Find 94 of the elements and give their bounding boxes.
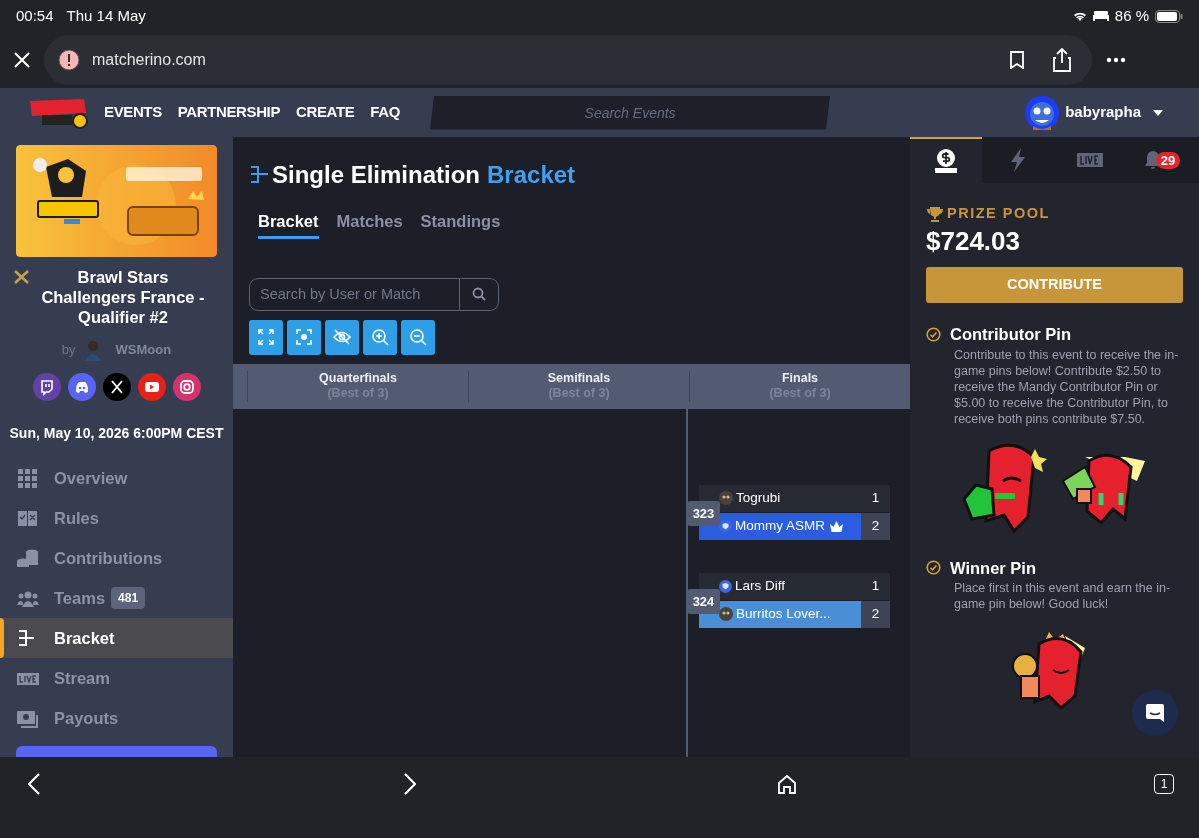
tab-count-button[interactable]: 1: [1154, 774, 1174, 794]
pin-description: Place first in this event and earn the in-game pin below! Good luck!: [954, 580, 1172, 613]
battery-level: 86 %: [1114, 5, 1149, 26]
event-title: Brawl Stars Challengers France - Qualifier #2: [40, 267, 206, 327]
pin-description: Contribute to this event to receive the in-game pins below! Contribute $2.50 to receive the Mandy Contributor Pin or $5.00 to receive the Contributor Pin, to receive both pins contribute $7.50.: [954, 346, 1180, 427]
more-icon[interactable]: [1106, 57, 1126, 63]
player-score: 1: [861, 572, 890, 600]
battery-icon: [1155, 9, 1183, 23]
round-name: Finals: [781, 371, 819, 387]
wifi-icon: [1072, 10, 1087, 22]
close-icon[interactable]: [13, 51, 31, 69]
tool-button[interactable]: [287, 319, 321, 355]
page-title: Single Elimination: [272, 160, 481, 190]
sidebar-item[interactable]: Contributions: [0, 538, 233, 578]
sidebar-item[interactable]: Rules: [0, 498, 233, 538]
pin-title: Winner Pin: [950, 557, 1037, 579]
search-icon: [472, 287, 486, 302]
tool-button[interactable]: [401, 319, 435, 355]
chat-icon: [1145, 703, 1165, 723]
tab[interactable]: Bracket: [258, 209, 319, 239]
player-score: 2: [861, 512, 890, 540]
swords-icon: [14, 270, 29, 284]
pin-title: Contributor Pin: [950, 323, 1071, 345]
tool-button[interactable]: [249, 319, 283, 355]
sidebar-item[interactable]: Stream: [0, 658, 233, 698]
prize-pool-label: PRIZE POOL: [947, 204, 1050, 223]
address-bar[interactable]: matcherino.com: [44, 35, 1092, 85]
search-field[interactable]: Search Events: [430, 95, 831, 130]
player-score: 1: [861, 484, 890, 512]
chat-button[interactable]: [1132, 690, 1178, 736]
zoom-in-icon: [371, 328, 389, 347]
count-badge: 481: [111, 587, 146, 609]
zoom-out-icon: [409, 328, 427, 347]
shield-icon: [719, 519, 732, 533]
nav-link[interactable]: PARTNERSHIP: [177, 101, 281, 124]
user-name[interactable]: babyrapha: [1065, 101, 1141, 124]
player-avatar-icon: [719, 491, 733, 506]
author-name[interactable]: WSMoon: [115, 340, 172, 360]
youtube-icon[interactable]: [137, 373, 166, 401]
share-icon[interactable]: [1052, 48, 1072, 72]
tool-button[interactable]: [363, 319, 397, 355]
instagram-icon[interactable]: [172, 373, 201, 401]
status-time: 00:54: [16, 5, 54, 26]
shield-icon: [719, 579, 732, 593]
tab[interactable]: Standings: [420, 209, 501, 239]
tab[interactable]: Matches: [336, 209, 403, 239]
forward-icon[interactable]: [404, 773, 416, 795]
bracket-icon: [250, 165, 270, 185]
nav-link[interactable]: CREATE: [296, 101, 355, 124]
lightning-icon: [1010, 148, 1026, 172]
avatar-icon[interactable]: [1025, 95, 1060, 130]
prize-amount: $724.03: [926, 224, 1021, 257]
warning-icon: [58, 49, 80, 71]
sidebar-item[interactable]: Payouts: [0, 698, 233, 738]
url-text: matcherino.com: [92, 50, 206, 70]
expand-icon: [257, 328, 275, 347]
back-icon[interactable]: [28, 773, 40, 795]
check-circle-icon: [926, 326, 941, 342]
by-label: by: [61, 341, 76, 360]
search-button[interactable]: [460, 277, 499, 311]
eye-off-icon: [333, 328, 351, 347]
prize-icon: [933, 148, 959, 174]
nav-link[interactable]: FAQ: [370, 101, 401, 124]
notification-badge: 29: [1155, 151, 1181, 169]
caret-icon[interactable]: [1153, 109, 1163, 116]
round-name: Quarterfinals: [319, 371, 397, 387]
nav-link[interactable]: EVENTS: [104, 101, 162, 124]
grid-icon: [16, 467, 40, 489]
match-number: 324: [687, 588, 720, 614]
search-field[interactable]: Search by User or Match: [249, 277, 460, 311]
coins-icon: [16, 547, 40, 569]
round-name: Semifinals: [547, 371, 611, 387]
bed-icon: [1092, 11, 1109, 21]
tool-button[interactable]: [325, 319, 359, 355]
sidebar-item[interactable]: Bracket: [0, 618, 233, 658]
page-title-accent: Bracket: [487, 160, 576, 190]
discord-icon[interactable]: [67, 373, 96, 401]
live-icon: [1077, 153, 1103, 167]
twitch-icon[interactable]: [32, 373, 61, 401]
brand-logo-icon[interactable]: [28, 96, 90, 129]
trophy-icon: [926, 205, 944, 222]
match-number: 323: [687, 500, 720, 526]
home-icon[interactable]: [777, 774, 797, 794]
status-date: Thu 14 May: [66, 5, 146, 26]
panel-tab[interactable]: [910, 137, 982, 183]
sidebar-item[interactable]: Teams 481: [0, 578, 233, 618]
event-date: Sun, May 10, 2026 6:00PM CEST: [9, 424, 224, 443]
check-circle-icon: [926, 560, 941, 576]
player-avatar-icon: [719, 607, 733, 622]
focus-icon: [295, 328, 313, 347]
player-score: 2: [861, 600, 890, 628]
sidebar-item[interactable]: Overview: [0, 458, 233, 498]
bookmark-icon[interactable]: [1010, 51, 1024, 69]
x-icon[interactable]: [102, 373, 131, 401]
